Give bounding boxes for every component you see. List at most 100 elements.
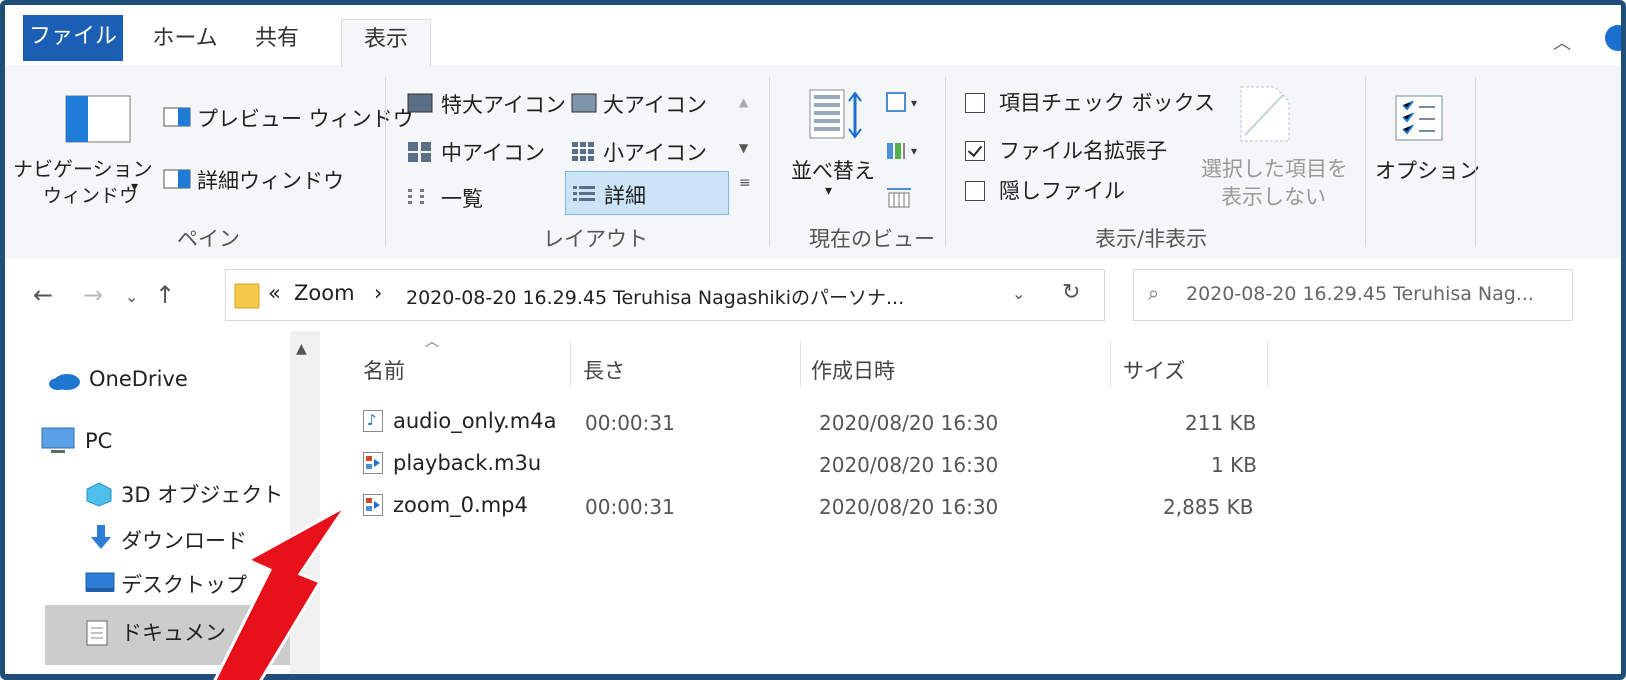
ribbon-separator bbox=[769, 77, 770, 247]
search-icon: ⌕ bbox=[1148, 281, 1160, 305]
tab-share[interactable]: 共有 bbox=[237, 19, 317, 59]
column-header-name[interactable]: 名前 bbox=[363, 355, 405, 385]
breadcrumb-current-folder[interactable]: 2020-08-20 16.29.45 Teruhisa Nagashikiのパ… bbox=[406, 283, 904, 310]
column-header-size[interactable]: サイズ bbox=[1123, 355, 1185, 385]
file-extensions-checkbox[interactable] bbox=[965, 141, 985, 161]
layout-xl-icons[interactable]: 特大アイコン bbox=[441, 89, 566, 119]
scroll-up-icon[interactable]: ▲ bbox=[296, 341, 307, 357]
item-checkboxes-checkbox[interactable] bbox=[965, 93, 985, 113]
nav-item-pc[interactable]: PC bbox=[85, 429, 112, 453]
tab-home[interactable]: ホーム bbox=[145, 19, 225, 59]
file-extensions-label[interactable]: ファイル名拡張子 bbox=[999, 135, 1167, 165]
medium-icons-icon bbox=[407, 141, 433, 167]
ribbon-separator bbox=[1365, 77, 1366, 247]
address-overflow-chevron[interactable]: « bbox=[268, 281, 281, 305]
hide-selected-button[interactable]: 選択した項目を bbox=[1201, 153, 1348, 183]
layout-scroll-up-icon[interactable]: ▲ bbox=[739, 95, 748, 109]
hide-selected-icon bbox=[1237, 85, 1293, 147]
size-columns-icon[interactable] bbox=[885, 183, 913, 213]
navigation-pane-icon[interactable] bbox=[65, 95, 131, 147]
column-separator[interactable] bbox=[1110, 340, 1111, 388]
file-created: 2020/08/20 16:30 bbox=[819, 453, 999, 477]
add-columns-icon[interactable]: ▾ bbox=[885, 139, 925, 167]
tab-view[interactable]: 表示 bbox=[341, 19, 431, 67]
sort-button[interactable]: 並べ替え bbox=[791, 155, 875, 185]
list-icon bbox=[407, 187, 433, 211]
nav-item-desktop[interactable]: デスクトップ bbox=[121, 569, 247, 599]
options-button[interactable]: オプション bbox=[1375, 155, 1480, 185]
preview-pane-button[interactable]: プレビュー ウィンドウ bbox=[197, 103, 414, 133]
address-dropdown-icon[interactable]: ⌄ bbox=[1012, 284, 1025, 303]
column-header-length[interactable]: 長さ bbox=[583, 355, 625, 385]
svg-text:▾: ▾ bbox=[911, 144, 917, 158]
hide-selected-button-2[interactable]: 表示しない bbox=[1221, 181, 1326, 211]
nav-item-onedrive[interactable]: OneDrive bbox=[89, 367, 188, 391]
dropdown-caret-icon[interactable]: ▾ bbox=[131, 179, 138, 195]
file-name[interactable]: audio_only.m4a bbox=[393, 409, 556, 433]
large-icons-icon bbox=[571, 93, 597, 117]
search-box[interactable]: ⌕ 2020-08-20 16.29.45 Teruhisa Nag... bbox=[1133, 269, 1573, 321]
navigation-pane-label-2[interactable]: ウィンドウ bbox=[43, 181, 138, 208]
nav-scrollbar[interactable]: ▲ bbox=[290, 331, 320, 674]
up-icon[interactable]: ↑ bbox=[155, 281, 175, 309]
svg-text:▾: ▾ bbox=[911, 96, 917, 110]
group-label-show-hide: 表示/非表示 bbox=[1095, 227, 1208, 251]
file-length: 00:00:31 bbox=[585, 411, 675, 435]
onedrive-icon bbox=[47, 369, 81, 395]
layout-small-icons[interactable]: 小アイコン bbox=[603, 137, 707, 167]
column-header-created[interactable]: 作成日時 bbox=[811, 355, 895, 385]
hidden-files-label[interactable]: 隠しファイル bbox=[999, 175, 1125, 205]
back-icon[interactable]: ← bbox=[33, 281, 53, 309]
sort-icon[interactable] bbox=[809, 89, 869, 149]
layout-more-icon[interactable]: ≡ bbox=[739, 175, 751, 191]
details-pane-icon bbox=[163, 169, 191, 193]
documents-icon bbox=[85, 619, 109, 651]
hidden-files-checkbox[interactable] bbox=[965, 181, 985, 201]
ribbon-separator bbox=[945, 77, 946, 247]
search-placeholder[interactable]: 2020-08-20 16.29.45 Teruhisa Nag... bbox=[1186, 283, 1534, 305]
table-row[interactable]: zoom_0.mp4 00:00:31 2020/08/20 16:30 2,8… bbox=[355, 489, 1265, 525]
layout-scroll-down-icon[interactable]: ▼ bbox=[739, 141, 748, 155]
group-label-pane: ペイン bbox=[177, 227, 240, 251]
preview-pane-icon bbox=[163, 107, 191, 131]
ribbon-tab-bar: ファイル ホーム 共有 表示 ︿ bbox=[5, 5, 1621, 67]
item-checkboxes-label[interactable]: 項目チェック ボックス bbox=[999, 87, 1215, 117]
nav-item-downloads[interactable]: ダウンロード bbox=[121, 525, 247, 555]
help-icon[interactable] bbox=[1605, 25, 1621, 51]
file-name[interactable]: playback.m3u bbox=[393, 451, 541, 475]
xl-icons-icon bbox=[407, 93, 433, 117]
ribbon-separator bbox=[385, 77, 386, 247]
folder-icon bbox=[234, 280, 260, 314]
forward-icon[interactable]: → bbox=[83, 281, 103, 309]
breadcrumb-zoom[interactable]: Zoom bbox=[294, 281, 355, 305]
options-icon[interactable] bbox=[1395, 95, 1443, 145]
nav-item-documents[interactable]: ドキュメン bbox=[121, 617, 226, 647]
pc-icon bbox=[41, 427, 75, 459]
layout-details[interactable]: 詳細 bbox=[604, 180, 646, 210]
column-separator[interactable] bbox=[1267, 340, 1268, 388]
column-separator[interactable] bbox=[800, 340, 801, 388]
group-label-current-view: 現在のビュー bbox=[809, 227, 935, 251]
table-row[interactable]: playback.m3u 2020/08/20 16:30 1 KB bbox=[355, 447, 1265, 483]
navigation-pane-label[interactable]: ナビゲーション bbox=[13, 153, 153, 182]
details-pane-button[interactable]: 詳細ウィンドウ bbox=[197, 165, 344, 195]
tab-file[interactable]: ファイル bbox=[23, 15, 123, 61]
breadcrumb-separator-icon[interactable]: › bbox=[374, 281, 382, 305]
file-name[interactable]: zoom_0.mp4 bbox=[393, 493, 528, 517]
layout-medium-icons[interactable]: 中アイコン bbox=[441, 137, 545, 167]
group-by-icon[interactable]: ▾ bbox=[885, 91, 925, 119]
address-bar[interactable]: « Zoom › 2020-08-20 16.29.45 Teruhisa Na… bbox=[225, 269, 1105, 321]
layout-details-selected[interactable]: 詳細 bbox=[565, 171, 729, 215]
small-icons-icon bbox=[571, 141, 597, 167]
refresh-icon[interactable]: ↻ bbox=[1062, 280, 1080, 305]
collapse-ribbon-icon[interactable]: ︿ bbox=[1553, 29, 1571, 55]
column-separator[interactable] bbox=[570, 340, 571, 388]
layout-list[interactable]: 一覧 bbox=[441, 183, 483, 213]
details-icon bbox=[572, 184, 598, 208]
layout-large-icons[interactable]: 大アイコン bbox=[603, 89, 707, 119]
nav-item-3d-objects[interactable]: 3D オブジェクト bbox=[121, 479, 283, 509]
downloads-icon bbox=[89, 523, 113, 555]
recent-locations-icon[interactable]: ⌄ bbox=[125, 287, 138, 306]
explorer-window: ファイル ホーム 共有 表示 ︿ ナビゲーション ウィンドウ ▾ プレビュー ウ… bbox=[0, 0, 1626, 680]
table-row[interactable]: ♪ audio_only.m4a 00:00:31 2020/08/20 16:… bbox=[355, 405, 1265, 441]
